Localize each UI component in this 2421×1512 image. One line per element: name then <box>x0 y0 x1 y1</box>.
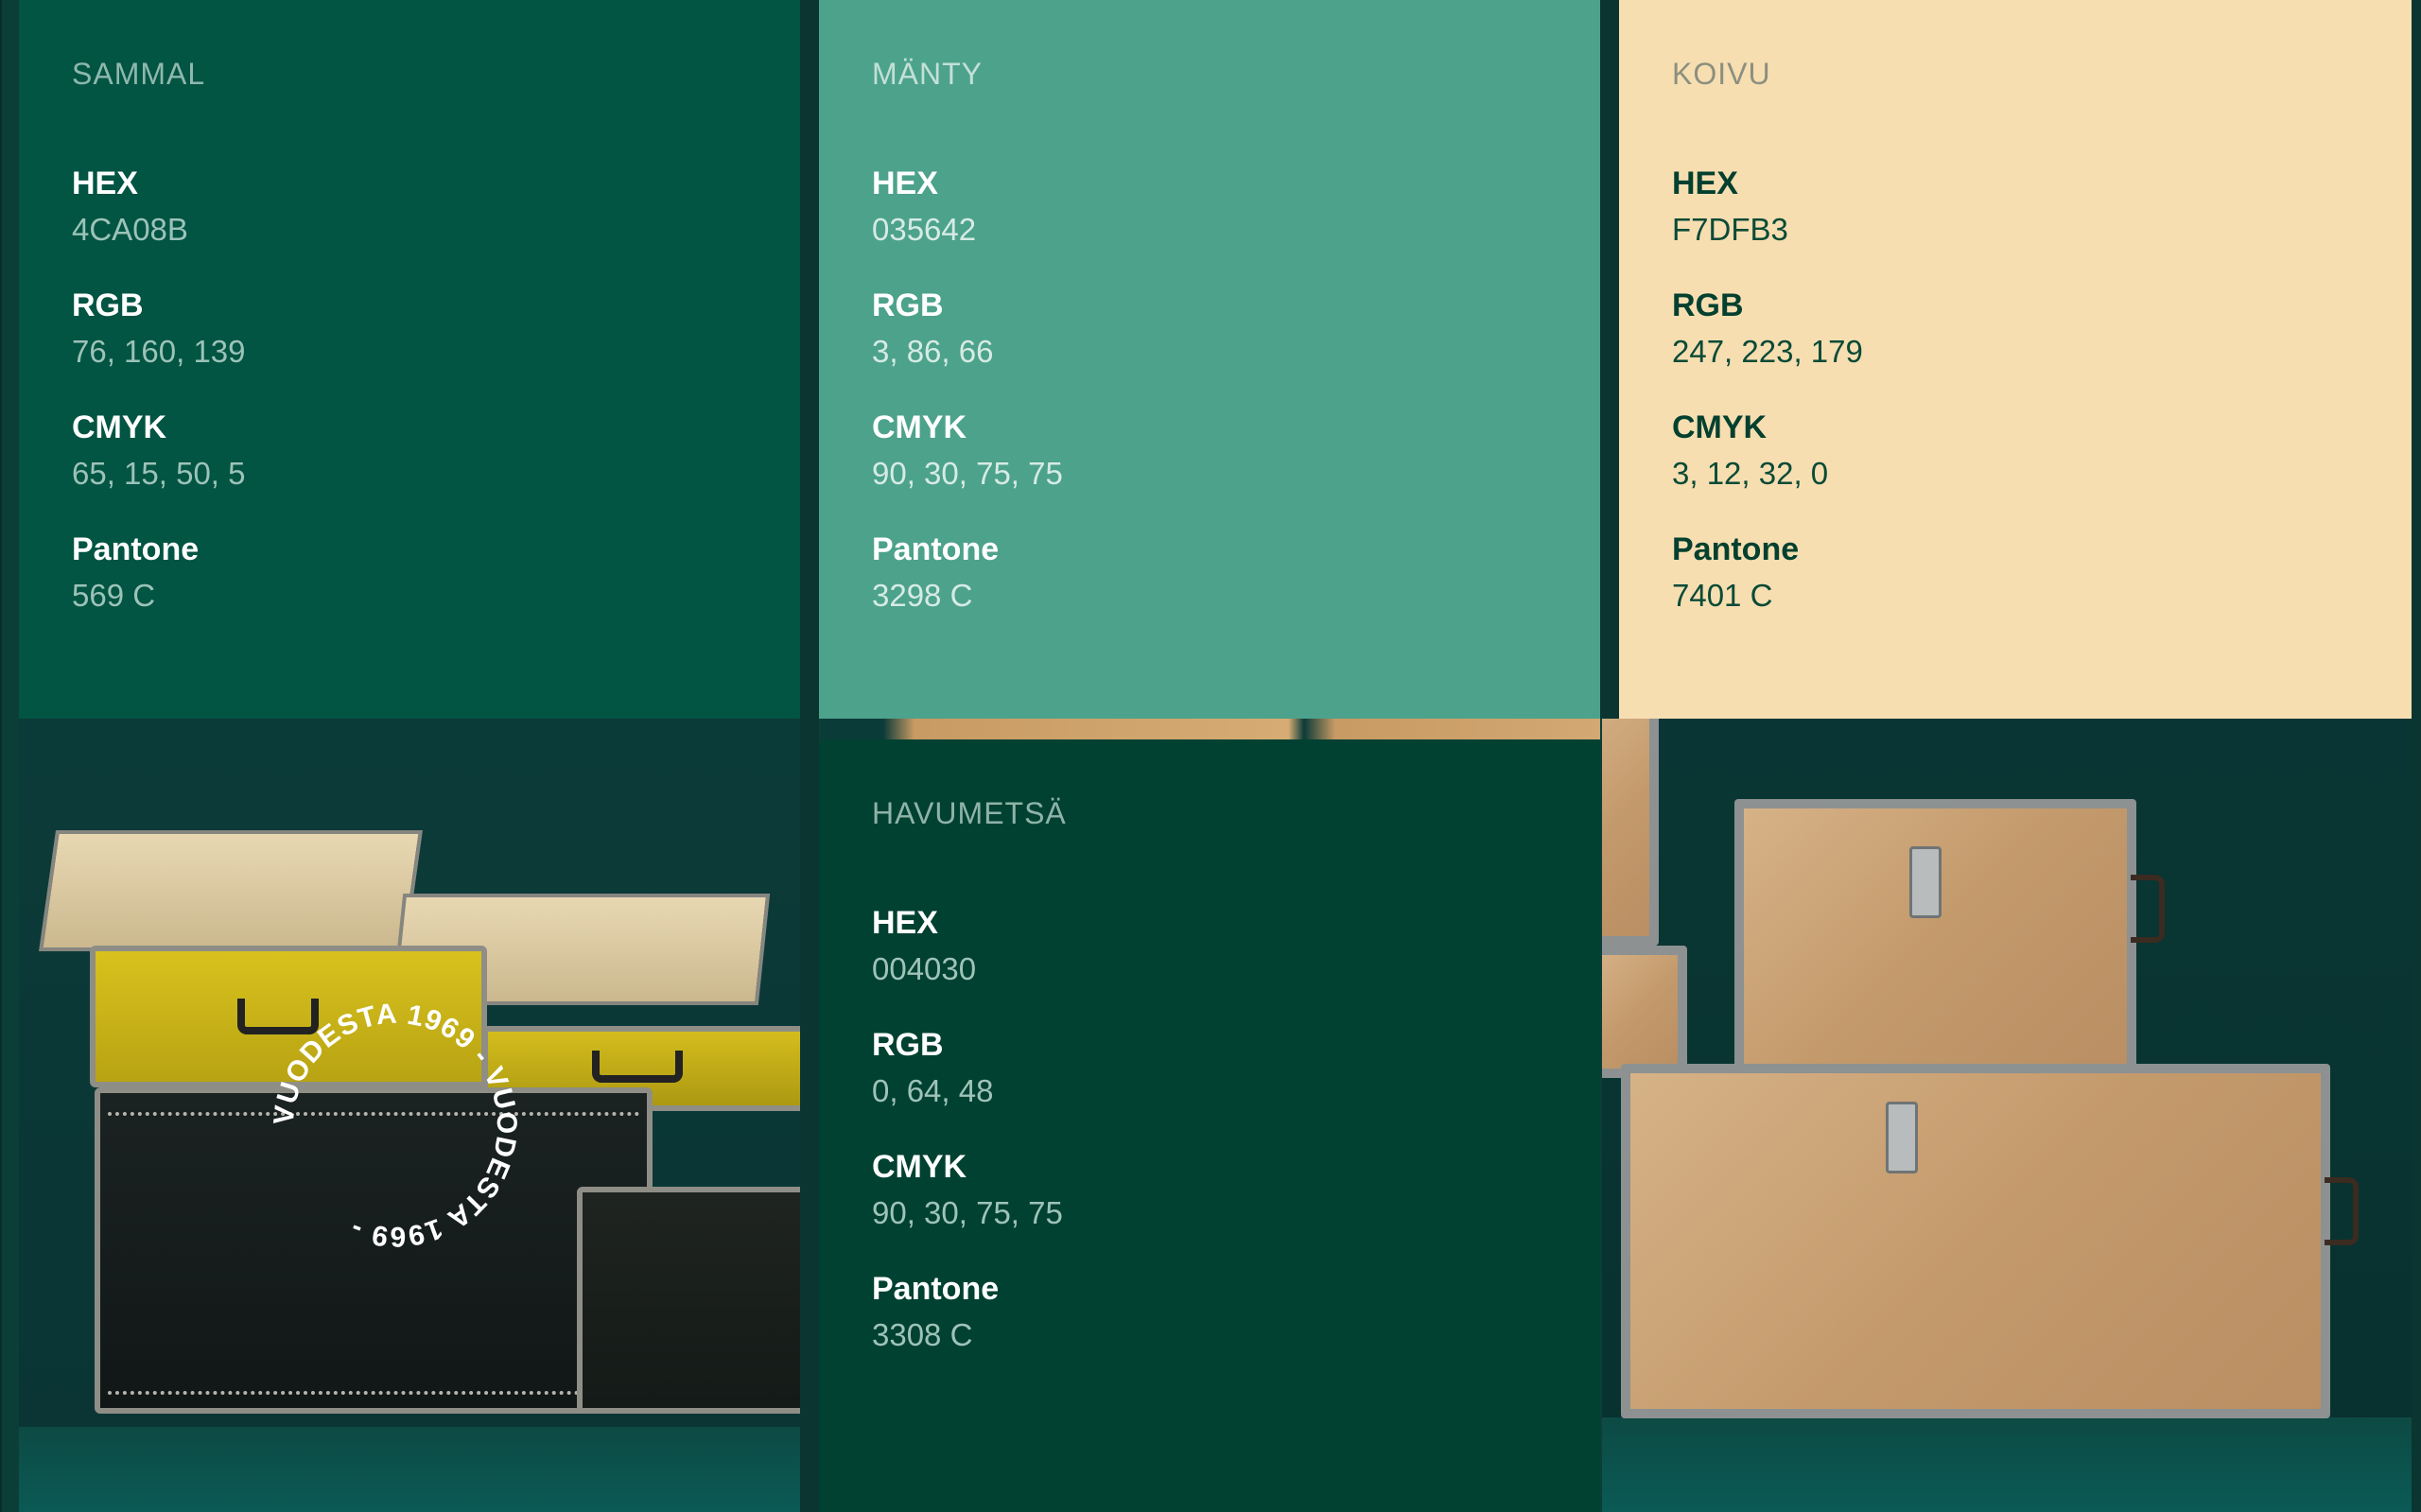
cmyk-label: CMYK <box>1672 409 1768 445</box>
cmyk-value: 90, 30, 75, 75 <box>872 1195 1063 1230</box>
dark-trunk <box>577 1187 819 1414</box>
rgb-label: RGB <box>872 287 944 323</box>
swatch-manty: MÄNTY HEX 035642 RGB 3, 86, 66 CMYK 90, … <box>819 0 1600 719</box>
swatch-name: SAMMAL <box>72 57 206 91</box>
rgb-value: 0, 64, 48 <box>872 1073 994 1108</box>
pantone-value: 3308 C <box>872 1317 973 1352</box>
wooden-box <box>1602 681 1659 946</box>
hex-value: 035642 <box>872 212 977 247</box>
box-latch <box>1909 846 1942 918</box>
column-divider <box>800 0 819 1512</box>
floor <box>19 1427 819 1512</box>
column-divider <box>2412 0 2421 1512</box>
box-handle <box>2131 875 2165 943</box>
hex-label: HEX <box>872 165 938 201</box>
pantone-label: Pantone <box>1672 531 1800 567</box>
hex-value: 4CA08B <box>72 212 188 247</box>
swatch-sammal: SAMMAL HEX 4CA08B RGB 76, 160, 139 CMYK … <box>19 0 800 719</box>
swatch-name: HAVUMETSÄ <box>872 796 1067 830</box>
swatch-name: KOIVU <box>1672 57 1771 91</box>
cmyk-value: 90, 30, 75, 75 <box>872 456 1063 491</box>
column-divider <box>0 0 2 1512</box>
cmyk-value: 65, 15, 50, 5 <box>72 456 246 491</box>
hex-label: HEX <box>72 165 138 201</box>
pantone-value: 569 C <box>72 578 156 613</box>
pantone-label: Pantone <box>72 531 200 567</box>
hex-value: F7DFB3 <box>1672 212 1788 247</box>
hex-label: HEX <box>872 905 938 941</box>
floor <box>1602 1417 2421 1512</box>
rgb-value: 3, 86, 66 <box>872 334 994 369</box>
rgb-value: 76, 160, 139 <box>72 334 246 369</box>
cmyk-label: CMYK <box>72 409 167 445</box>
swatch-name: MÄNTY <box>872 57 983 91</box>
rgb-label: RGB <box>72 287 144 323</box>
pantone-value: 3298 C <box>872 578 973 613</box>
photo-strip <box>821 719 1600 739</box>
column-divider <box>1600 0 1619 719</box>
swatch-havumetsa: HAVUMETSÄ HEX 004030 RGB 0, 64, 48 CMYK … <box>819 739 1600 1512</box>
badge-text: VUODESTA 1969 - VUODESTA 1969 - <box>269 999 523 1253</box>
rgb-label: RGB <box>1672 287 1744 323</box>
pantone-value: 7401 C <box>1672 578 1773 613</box>
pantone-label: Pantone <box>872 531 1000 567</box>
wooden-box <box>1602 946 1687 1078</box>
color-palette-page: VUODESTA 1969 - VUODESTA 1969 - SAMMAL H… <box>0 0 2421 1512</box>
cmyk-value: 3, 12, 32, 0 <box>1672 456 1829 491</box>
trunk-handle <box>592 1051 683 1083</box>
pantone-label: Pantone <box>872 1271 1000 1307</box>
cmyk-label: CMYK <box>872 1149 967 1185</box>
rgb-value: 247, 223, 179 <box>1672 334 1863 369</box>
trunks-photo: VUODESTA 1969 - VUODESTA 1969 - <box>19 719 819 1512</box>
hex-label: HEX <box>1672 165 1738 201</box>
cmyk-label: CMYK <box>872 409 967 445</box>
rgb-label: RGB <box>872 1027 944 1063</box>
since-1969-badge: VUODESTA 1969 - VUODESTA 1969 - <box>269 999 523 1253</box>
wooden-box <box>1621 1064 2359 1418</box>
box-latch <box>1886 1102 1918 1173</box>
trunk-lid <box>39 830 423 951</box>
box-handle <box>2325 1177 2359 1245</box>
wooden-box <box>1734 799 2165 1073</box>
hex-value: 004030 <box>872 951 977 986</box>
swatch-koivu: KOIVU HEX F7DFB3 RGB 247, 223, 179 CMYK … <box>1619 0 2412 719</box>
